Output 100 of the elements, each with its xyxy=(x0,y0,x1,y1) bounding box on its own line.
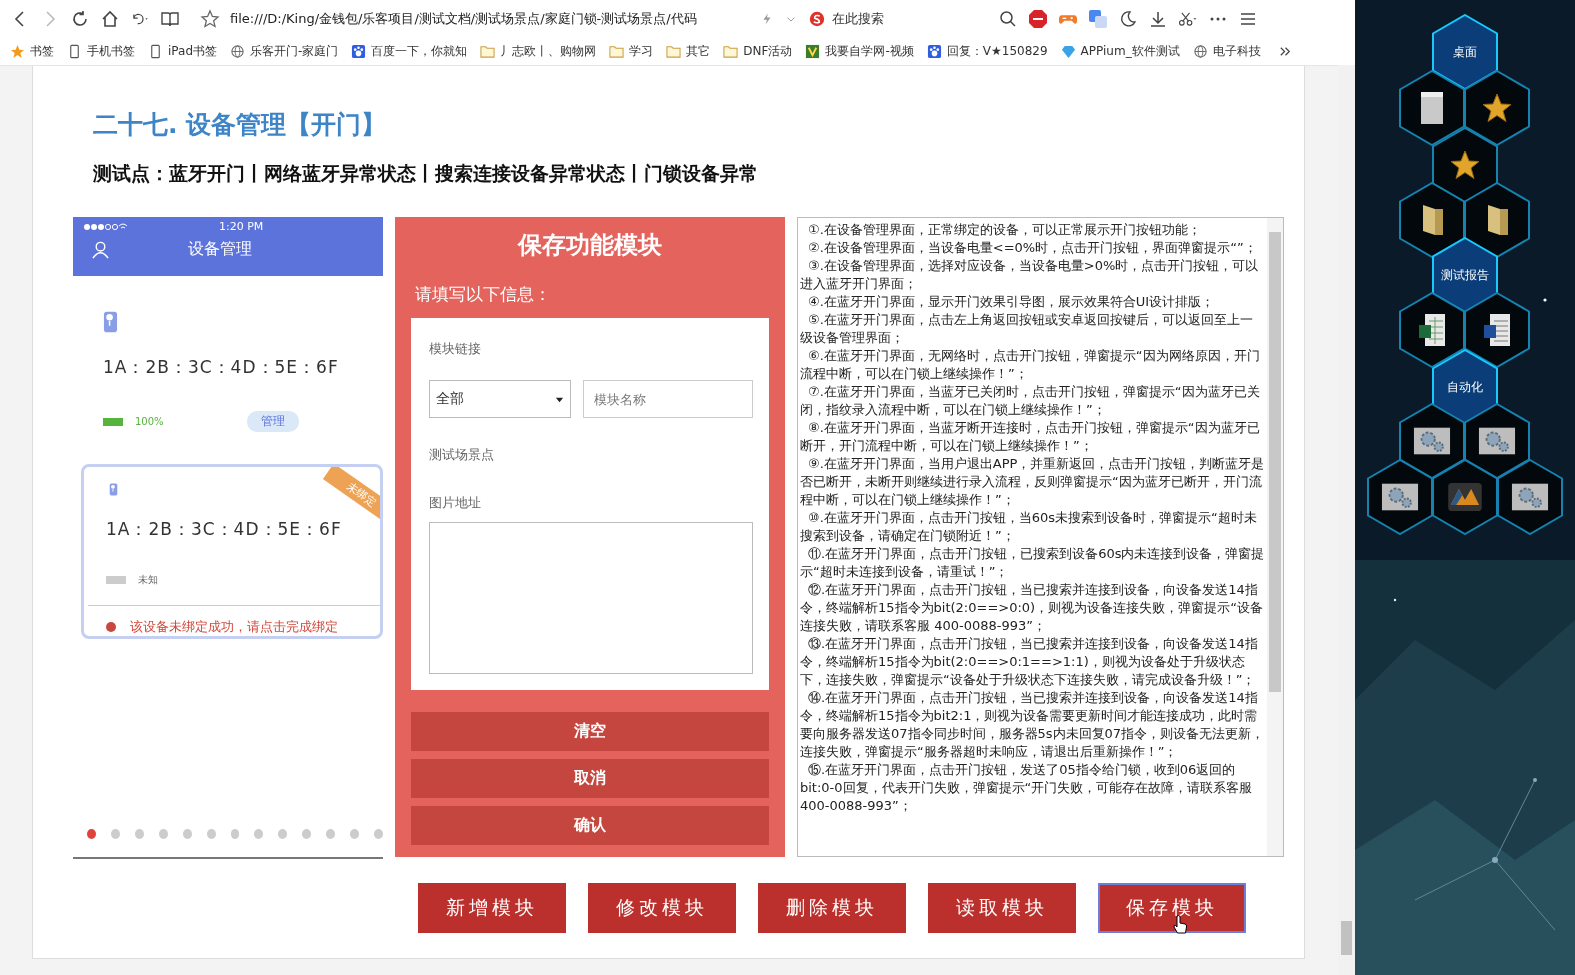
action-button[interactable]: 删除模块 xyxy=(758,883,906,933)
search-engine-icon xyxy=(808,9,826,28)
action-button[interactable]: 保存模块 xyxy=(1098,883,1246,933)
test-case: ③.在设备管理界面，选择对应设备，当设备电量>0%时，点击开门按钮，可以进入蓝牙开门界面； xyxy=(800,257,1260,293)
hand-cursor-icon xyxy=(1172,915,1188,935)
bookmark[interactable]: APPium_软件测试 xyxy=(1060,42,1180,60)
input-field[interactable]: 模块名称 xyxy=(583,380,753,418)
field-label: 模块链接 xyxy=(429,340,481,358)
folder-icon xyxy=(609,43,625,59)
folder-icon xyxy=(666,43,682,59)
launcher-tile[interactable] xyxy=(1464,292,1530,368)
carousel-dot[interactable] xyxy=(350,829,360,839)
dialog-button[interactable]: 清空 xyxy=(411,711,769,751)
test-case: ⑨.在蓝牙开门界面，当用户退出APP，并重新返回，点击开门按钮，判断蓝牙是否已断开，未断开则继续进行录入流程，反则弹窗提示“因为蓝牙已断开，开门流程中断，可以在门锁上继续操作！”； xyxy=(800,455,1265,509)
test-case: ①.在设备管理界面，正常绑定的设备，可以正常展示开门按钮功能； xyxy=(807,221,1202,239)
test-case: ⑬.在蓝牙开门界面，点击开门按钮，当已搜索并连接到设备，向设备发送14指令，终端解析15指令为bit(2:0==>0:1==>1:1)，则视为设备处于升级状态下，连接失败，弹窗提示“设备处于升级状态下连接失败，请完成设备升级！”； xyxy=(800,635,1259,689)
word-document-icon xyxy=(1482,313,1512,347)
dialog-title: 保存功能模块 xyxy=(516,230,663,261)
dialog-prompt: 请填写以下信息： xyxy=(415,283,552,306)
bookmark[interactable]: 回复：V★150829 xyxy=(926,42,1048,60)
star-icon xyxy=(1482,91,1512,125)
carousel-dot[interactable] xyxy=(206,829,216,839)
field-label: 测试场景点 xyxy=(429,446,494,464)
device-icon xyxy=(67,43,82,59)
manage-button[interactable]: 管理 xyxy=(247,411,299,432)
battery-text: 100% xyxy=(135,416,165,427)
dialog-button[interactable]: 确认 xyxy=(411,805,769,845)
warning-dot xyxy=(106,622,116,632)
bookmark[interactable]: 手机书签 xyxy=(67,42,135,60)
bookmark[interactable]: 其它 xyxy=(666,42,711,60)
site-icon xyxy=(805,43,821,59)
test-case: ⑤.在蓝牙开门界面，点击左上角返回按钮或安卓返回按键后，可以返回至上一级设备管理界面； xyxy=(800,311,1254,347)
device-mac: 1A：2B：3C：4D：5E：6F xyxy=(103,356,340,379)
section-heading: 二十七. 设备管理【开门】 xyxy=(93,109,388,141)
spreadsheet-icon xyxy=(1417,313,1447,347)
carousel-dot[interactable] xyxy=(158,829,168,839)
search-icon[interactable] xyxy=(998,8,1018,29)
launcher-tile[interactable] xyxy=(1464,70,1530,146)
folder-icon xyxy=(480,43,496,59)
bookmark[interactable]: 丿志欧丨、购物网 xyxy=(480,42,597,60)
bookmark[interactable]: 书签 xyxy=(10,42,54,60)
launcher-group[interactable]: 桌面 xyxy=(1432,14,1498,90)
carousel-dot[interactable] xyxy=(182,829,192,839)
test-case: ⑩.在蓝牙开门界面，点击开门按钮，当60s未搜索到设备时，弹窗提示“超时未搜索到设备，请确定在门锁附近！”； xyxy=(800,509,1258,545)
test-case: ⑮.在蓝牙开门界面，点击开门按钮，发送了05指令给门锁，收到06返回的bit:0-0回复，代表开门失败，弹窗提示“开门失败，可能存在故障，请联系客服 400-0088-993”； xyxy=(800,761,1254,815)
bookmark[interactable]: 我要自学网-视频 xyxy=(805,42,914,60)
launcher-tile[interactable] xyxy=(1432,459,1498,535)
test-case: ⑥.在蓝牙开门界面，无网络时，点击开门按钮，弹窗提示“因为网络原因，开门流程中断，可以在门锁上继续操作！”； xyxy=(800,347,1261,383)
carousel-dot[interactable] xyxy=(278,829,288,839)
test-case: ④.在蓝牙开门界面，显示开门效果引导图，展示效果符合UI设计排版； xyxy=(807,293,1216,311)
battery-text: 未知 xyxy=(138,573,159,587)
bookmark[interactable]: 乐客开门-家庭门 xyxy=(230,42,339,60)
warning-text: 该设备未绑定成功，请点击完成绑定 xyxy=(130,618,338,636)
carousel-dot[interactable] xyxy=(134,829,144,839)
test-case: ⑭.在蓝牙开门界面，点击开门按钮，当已搜索并连接到设备，向设备发送14指令，终端解析15指令为bit2:1，则视为设备需要更新时间才能连接成功，此时需要向服务器发送07指令同步时间，服务器5s内未回复07指令，则设备无法更新，连接失败，弹窗提示“服务器超时未响应，请退出后重新操作！”； xyxy=(800,689,1265,761)
bookmark[interactable]: 百度一下，你就知 xyxy=(351,42,468,60)
user-icon[interactable] xyxy=(91,240,110,259)
paw-icon xyxy=(926,43,942,59)
dialog-button[interactable]: 取消 xyxy=(411,758,769,798)
test-case: ⑫.在蓝牙开门界面，点击开门按钮，当已搜索并连接到设备，向设备发送14指令，终端解析15指令为bit(2:0==>0:0)，则视为设备连接失败，弹窗提示“设备连接失败，请联系客服 400-0088-993”； xyxy=(800,581,1264,635)
diamond-icon xyxy=(1060,43,1076,59)
action-button[interactable]: 新增模块 xyxy=(418,883,566,933)
globe-icon xyxy=(230,43,245,59)
action-button[interactable]: 读取模块 xyxy=(928,883,1076,933)
carousel-dot[interactable] xyxy=(230,829,240,839)
launcher-tile[interactable] xyxy=(1497,459,1563,535)
action-button[interactable]: 修改模块 xyxy=(588,883,736,933)
test-case: ②.在设备管理界面，当设备电量<=0%时，点击开门按钮，界面弹窗提示“”； xyxy=(807,239,1258,257)
star-icon xyxy=(10,43,25,59)
reload-icon[interactable] xyxy=(70,8,90,29)
bookmark[interactable]: iPad书签 xyxy=(148,42,217,60)
app-icon xyxy=(1446,482,1484,512)
adblock-icon[interactable] xyxy=(1028,8,1048,29)
test-case: ⑪.在蓝牙开门界面，点击开门按钮，已搜索到设备60s内未连接到设备，弹窗提示“超时未连接到设备，请重试！”； xyxy=(800,545,1265,581)
carousel-dot[interactable] xyxy=(326,829,336,839)
device-mac: 1A：2B：3C：4D：5E：6F xyxy=(106,518,343,541)
moon-icon[interactable] xyxy=(1118,8,1138,29)
category-select[interactable]: 全部 xyxy=(429,380,571,418)
carousel-dot[interactable] xyxy=(302,829,312,839)
carousel-dot[interactable] xyxy=(110,829,120,839)
bookmark[interactable]: 电子科技 xyxy=(1192,42,1261,60)
test-points: 测试点：蓝牙开门丨网络蓝牙异常状态丨搜索连接设备异常状态丨门锁设备异常 xyxy=(93,161,759,186)
status-time: 1:20 PM xyxy=(219,220,264,233)
app-title: 设备管理 xyxy=(188,239,252,260)
home-icon[interactable] xyxy=(100,8,120,29)
folder-icon xyxy=(723,43,739,59)
paw-icon xyxy=(351,43,367,59)
star-outline-icon[interactable] xyxy=(200,8,220,29)
lock-icon xyxy=(103,310,118,334)
address-bar[interactable]: file:///D:/King/金钱包/乐客项目/测试文档/测试场景点/家庭门锁-测试场景点/代码 xyxy=(230,9,750,28)
launcher-tile[interactable] xyxy=(1367,459,1433,535)
scrollbar[interactable] xyxy=(1267,218,1283,856)
translate-icon[interactable] xyxy=(1088,8,1108,29)
carousel-dot[interactable] xyxy=(254,829,264,839)
field-label: 图片地址 xyxy=(429,494,482,512)
carousel-dot[interactable] xyxy=(374,829,383,839)
bookmark[interactable]: 学习 xyxy=(609,42,654,60)
carousel-dot[interactable] xyxy=(87,829,96,839)
test-case: ⑧.在蓝牙开门界面，当蓝牙断开连接时，点击开门按钮，弹窗提示“因为蓝牙已断开，开门流程中断，可以在门锁上继续操作！”； xyxy=(800,419,1261,455)
bookmark[interactable]: DNF活动 xyxy=(723,42,793,60)
